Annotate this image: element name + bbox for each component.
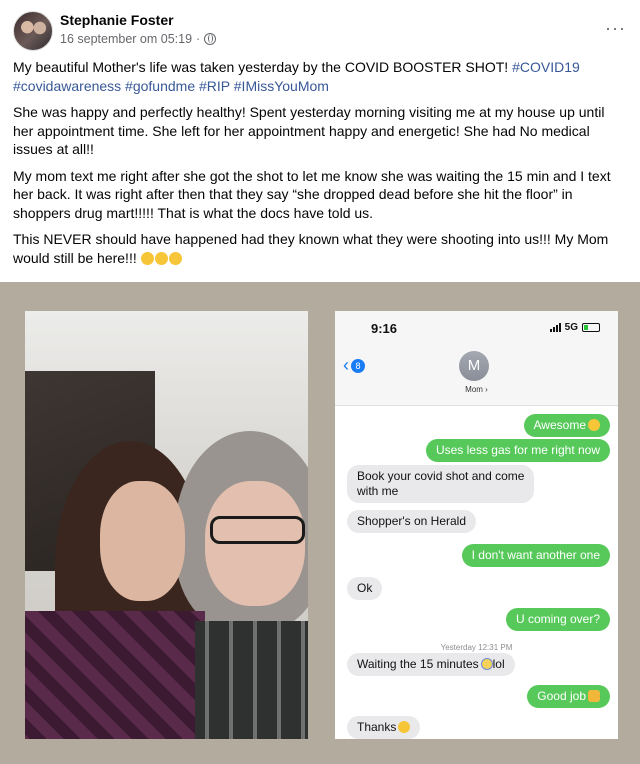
message-bubble: Shopper's on Herald bbox=[347, 510, 477, 533]
post-paragraph-2: She was happy and perfectly healthy! Spe… bbox=[13, 104, 605, 157]
message-bubble: U coming over? bbox=[505, 608, 610, 631]
message-text: lol bbox=[492, 657, 505, 671]
message-bubble: Waiting the 15 minutes lol bbox=[347, 653, 515, 676]
message-text: Awesome bbox=[533, 418, 586, 432]
battery-icon bbox=[582, 323, 600, 332]
network-label: 5G bbox=[564, 322, 578, 333]
crying-emoji-icon bbox=[154, 251, 168, 265]
globe-icon bbox=[204, 33, 217, 45]
message-bubble: Ok bbox=[347, 577, 383, 600]
scream-emoji-icon bbox=[480, 658, 493, 670]
message-text: Waiting the 15 minutes bbox=[357, 657, 479, 671]
smile-emoji-icon bbox=[398, 721, 411, 733]
message-text: Good job bbox=[537, 689, 586, 703]
post-header: Stephanie Foster 16 september om 05:19 ·… bbox=[0, 0, 640, 56]
message-bubble: Book your covid shot and come with me bbox=[347, 465, 535, 503]
post-image[interactable]: 9:16 5G ‹ 8 M Mom › Awesome Uses less ga… bbox=[0, 282, 640, 764]
message-timestamp: Yesterday 12:31 PM bbox=[440, 643, 513, 652]
message-bubble: I don't want another one bbox=[461, 544, 610, 567]
phone-header: 9:16 5G ‹ 8 M Mom › bbox=[335, 311, 618, 406]
post-text: My beautiful Mother's life was taken yes… bbox=[13, 58, 625, 275]
status-time: 9:16 bbox=[371, 321, 398, 336]
text-message-screenshot[interactable]: 9:16 5G ‹ 8 M Mom › Awesome Uses less ga… bbox=[335, 311, 618, 739]
photo-shirt-mother bbox=[195, 621, 308, 739]
paragraph-text: This NEVER should have happened had they… bbox=[13, 231, 609, 266]
back-button[interactable]: ‹ 8 bbox=[343, 355, 365, 376]
message-bubble: Thanks bbox=[347, 716, 421, 739]
post-timestamp[interactable]: 16 september om 05:19 bbox=[60, 32, 192, 46]
post-meta: 16 september om 05:19 · bbox=[60, 32, 217, 46]
more-options-icon[interactable]: ··· bbox=[605, 18, 626, 39]
crying-emoji-icon bbox=[140, 251, 154, 265]
status-icons: 5G bbox=[549, 322, 600, 333]
post-paragraph-4: This NEVER should have happened had they… bbox=[13, 230, 625, 267]
clap-emoji-icon bbox=[588, 690, 600, 702]
author-avatar[interactable] bbox=[13, 11, 53, 51]
post-paragraph-1: My beautiful Mother's life was taken yes… bbox=[13, 58, 625, 95]
contact-name[interactable]: Mom › bbox=[335, 385, 618, 394]
selfie-photo[interactable] bbox=[25, 311, 308, 739]
meta-separator: · bbox=[196, 32, 201, 46]
message-bubble: Awesome bbox=[523, 414, 610, 437]
paragraph-text: My beautiful Mother's life was taken yes… bbox=[13, 59, 513, 75]
photo-shirt-daughter bbox=[25, 611, 205, 739]
unread-badge: 8 bbox=[351, 358, 365, 373]
photo-face-daughter bbox=[100, 481, 185, 601]
crying-emoji-icon bbox=[168, 251, 182, 265]
contact-avatar[interactable]: M bbox=[459, 351, 489, 381]
post-paragraph-3: My mom text me right after she got the s… bbox=[13, 167, 611, 221]
author-name[interactable]: Stephanie Foster bbox=[60, 12, 174, 28]
back-chevron-icon: ‹ bbox=[343, 355, 349, 375]
message-text: Thanks bbox=[357, 720, 397, 734]
message-bubble: Good job bbox=[527, 685, 610, 708]
message-bubble: Uses less gas for me right now bbox=[425, 439, 610, 462]
grin-emoji-icon bbox=[588, 419, 600, 431]
signal-icon bbox=[549, 323, 561, 332]
photo-glasses bbox=[210, 516, 305, 544]
